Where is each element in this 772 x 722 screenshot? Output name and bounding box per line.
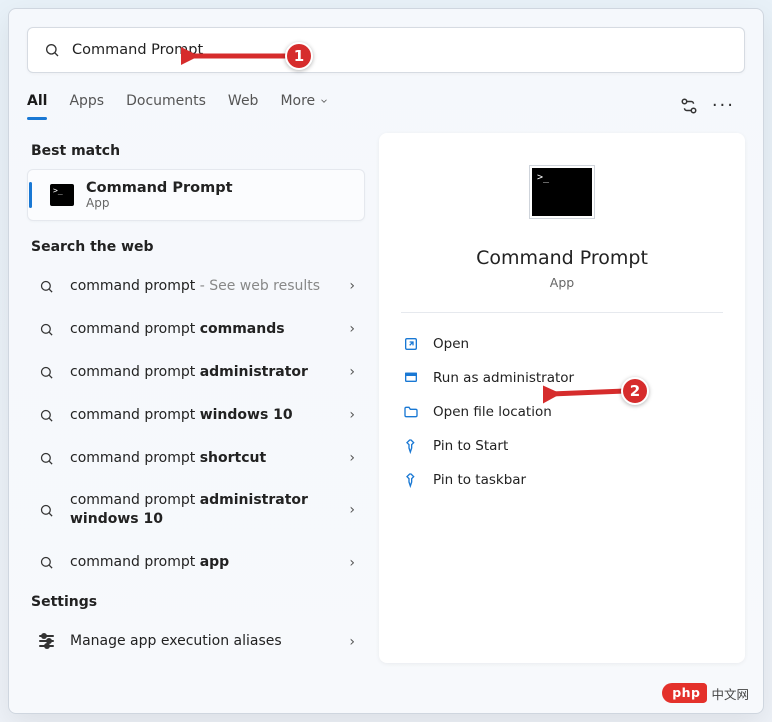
preview-subtitle: App (550, 275, 574, 290)
web-result-label: command prompt administrator windows 10 (70, 491, 349, 529)
web-result-label: command prompt app (70, 553, 349, 572)
settings-heading: Settings (31, 594, 365, 610)
arrow-icon (181, 39, 299, 73)
action-pin-to-start[interactable]: Pin to Start (401, 429, 723, 463)
callout-badge: 2 (621, 377, 649, 405)
pin-icon (403, 438, 419, 454)
search-icon (39, 365, 54, 380)
settings-item[interactable]: Manage app execution aliases › (27, 620, 365, 663)
action-pin-to-taskbar[interactable]: Pin to taskbar (401, 463, 723, 497)
chevron-right-icon: › (349, 555, 355, 571)
tab-more[interactable]: More (280, 93, 329, 119)
preview-app-icon (529, 165, 595, 219)
web-result-item[interactable]: command prompt shortcut › (27, 437, 365, 480)
tab-apps-label: Apps (69, 93, 104, 109)
tab-apps[interactable]: Apps (69, 93, 104, 119)
action-open-loc-label: Open file location (433, 404, 552, 420)
pin-icon (403, 472, 419, 488)
best-match-heading: Best match (31, 143, 365, 159)
chevron-right-icon: › (349, 634, 355, 650)
chevron-right-icon: › (349, 450, 355, 466)
web-result-item[interactable]: command prompt administrator windows 10 … (27, 479, 365, 541)
watermark: php 中文网 (662, 683, 749, 703)
best-match-item[interactable]: Command Prompt App (27, 169, 365, 221)
web-result-item[interactable]: command prompt windows 10 › (27, 394, 365, 437)
web-result-label: command prompt windows 10 (70, 406, 349, 425)
action-open[interactable]: Open (401, 327, 723, 361)
tab-all-label: All (27, 93, 47, 109)
tab-web-label: Web (228, 93, 259, 109)
preview-title: Command Prompt (476, 247, 648, 269)
action-pin-taskbar-label: Pin to taskbar (433, 472, 526, 488)
tab-docs-label: Documents (126, 93, 206, 109)
shield-icon (403, 370, 419, 386)
search-icon (44, 42, 60, 58)
results-column: Best match Command Prompt App Search the… (27, 133, 365, 663)
web-result-label: command prompt shortcut (70, 449, 349, 468)
chevron-right-icon: › (349, 321, 355, 337)
action-open-label: Open (433, 336, 469, 352)
tab-all[interactable]: All (27, 93, 47, 119)
chevron-right-icon: › (349, 278, 355, 294)
search-icon (39, 451, 54, 466)
web-result-label: command prompt - See web results (70, 277, 349, 296)
best-match-title: Command Prompt (86, 180, 233, 196)
search-input[interactable] (72, 42, 728, 58)
tab-documents[interactable]: Documents (126, 93, 206, 119)
search-bar[interactable] (27, 27, 745, 73)
web-result-item[interactable]: command prompt - See web results › (27, 265, 365, 308)
search-icon (39, 322, 54, 337)
tab-web[interactable]: Web (228, 93, 259, 119)
sliders-icon (39, 635, 54, 649)
divider (401, 312, 723, 313)
search-icon (39, 555, 54, 570)
tabs-row: All Apps Documents Web More ··· (27, 93, 745, 119)
chevron-down-icon (319, 96, 329, 106)
flow-icon[interactable] (680, 97, 698, 115)
search-icon (39, 279, 54, 294)
watermark-text: 中文网 (711, 684, 749, 703)
folder-icon (403, 404, 419, 420)
chevron-right-icon: › (349, 407, 355, 423)
web-result-label: command prompt commands (70, 320, 349, 339)
search-icon (39, 408, 54, 423)
action-pin-start-label: Pin to Start (433, 438, 508, 454)
best-match-subtitle: App (86, 196, 233, 210)
command-prompt-icon (50, 184, 74, 206)
chevron-right-icon: › (349, 364, 355, 380)
open-icon (403, 336, 419, 352)
search-web-heading: Search the web (31, 239, 365, 255)
tab-more-label: More (280, 93, 315, 109)
search-icon (39, 503, 54, 518)
web-result-item[interactable]: command prompt administrator › (27, 351, 365, 394)
chevron-right-icon: › (349, 502, 355, 518)
watermark-brand: php (662, 683, 707, 703)
web-result-item[interactable]: command prompt app › (27, 541, 365, 584)
more-options-icon[interactable]: ··· (712, 97, 745, 115)
web-results-list: command prompt - See web results › comma… (27, 265, 365, 584)
callout-badge: 1 (285, 42, 313, 70)
web-result-label: command prompt administrator (70, 363, 349, 382)
settings-list: Manage app execution aliases › (27, 620, 365, 663)
web-result-item[interactable]: command prompt commands › (27, 308, 365, 351)
settings-item-label: Manage app execution aliases (70, 632, 349, 651)
